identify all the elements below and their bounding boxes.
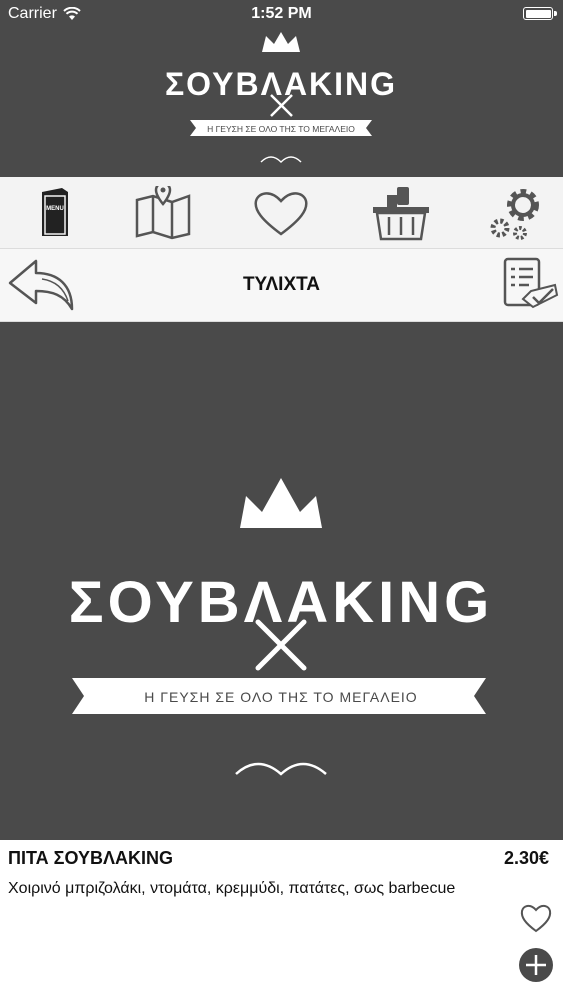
crown-icon	[240, 478, 322, 528]
brand-name: ΣΟΥΒΛΑΚING	[165, 66, 397, 102]
tab-map[interactable]	[107, 177, 219, 248]
hero-brand-name: ΣΟΥΒΛΑΚING	[69, 570, 493, 635]
heart-outline-icon	[520, 904, 552, 933]
category-title: ΤΥΛΙΧΤΑ	[242, 274, 321, 295]
tab-menu[interactable]: MENU	[0, 177, 112, 248]
tab-bar: MENU	[0, 177, 563, 249]
order-checklist-icon	[503, 257, 559, 309]
menu-icon: MENU	[42, 187, 68, 236]
order-button[interactable]	[499, 255, 559, 315]
add-to-basket-button[interactable]	[519, 948, 553, 982]
tab-settings[interactable]	[462, 177, 563, 248]
crown-icon	[262, 32, 300, 52]
hero-tagline: Η ΓΕΥΣΗ ΣΕ ΟΛΟ ΤΗΣ ΤΟ ΜΕΓΑΛΕΙΟ	[144, 689, 417, 705]
app-header: ΣΟΥΒΛΑΚING Η ΓΕΥΣΗ ΣΕ ΟΛΟ ΤΗΣ ΤΟ ΜΕΓΑΛΕΙ…	[0, 28, 563, 177]
map-icon	[135, 185, 191, 239]
tab-favorites[interactable]	[225, 177, 337, 248]
status-bar: Carrier 1:52 PM	[0, 0, 563, 28]
product-description: Χοιρινό μπριζολάκι, ντομάτα, κρεμμύδι, π…	[8, 880, 456, 897]
product-name: ΠΙΤΑ ΣΟΥΒΛΑΚING	[8, 848, 173, 868]
plus-circle-icon	[526, 955, 546, 975]
heart-icon	[254, 191, 308, 236]
product-logo-image: ΣΟΥΒΛΑΚING Η ΓΕΥΣΗ ΣΕ ΟΛΟ ΤΗΣ ΤΟ ΜΕΓΑΛΕΙ…	[69, 478, 493, 776]
settings-icon	[490, 188, 539, 240]
category-nav-bar: ΤΥΛΙΧΤΑ	[0, 249, 563, 322]
product-image: ΣΟΥΒΛΑΚING Η ΓΕΥΣΗ ΣΕ ΟΛΟ ΤΗΣ ΤΟ ΜΕΓΑΛΕΙ…	[0, 322, 563, 840]
battery-icon	[523, 7, 557, 20]
status-time: 1:52 PM	[251, 5, 312, 22]
tab-basket[interactable]	[345, 177, 457, 248]
product-price: 2.30€	[503, 848, 549, 868]
brand-logo: ΣΟΥΒΛΑΚING Η ΓΕΥΣΗ ΣΕ ΟΛΟ ΤΗΣ ΤΟ ΜΕΓΑΛΕΙ…	[165, 32, 397, 164]
brand-tagline: Η ΓΕΥΣΗ ΣΕ ΟΛΟ ΤΗΣ ΤΟ ΜΕΓΑΛΕΙΟ	[207, 124, 355, 134]
product-card: ΠΙΤΑ ΣΟΥΒΛΑΚING 2.30€ Χοιρινό μπριζολάκι…	[0, 840, 563, 1000]
favorite-button[interactable]	[519, 902, 553, 934]
menu-tab-label: MENU	[46, 206, 64, 212]
basket-icon	[373, 186, 429, 240]
ornament-icon	[260, 156, 302, 164]
ornament-icon	[235, 762, 327, 776]
